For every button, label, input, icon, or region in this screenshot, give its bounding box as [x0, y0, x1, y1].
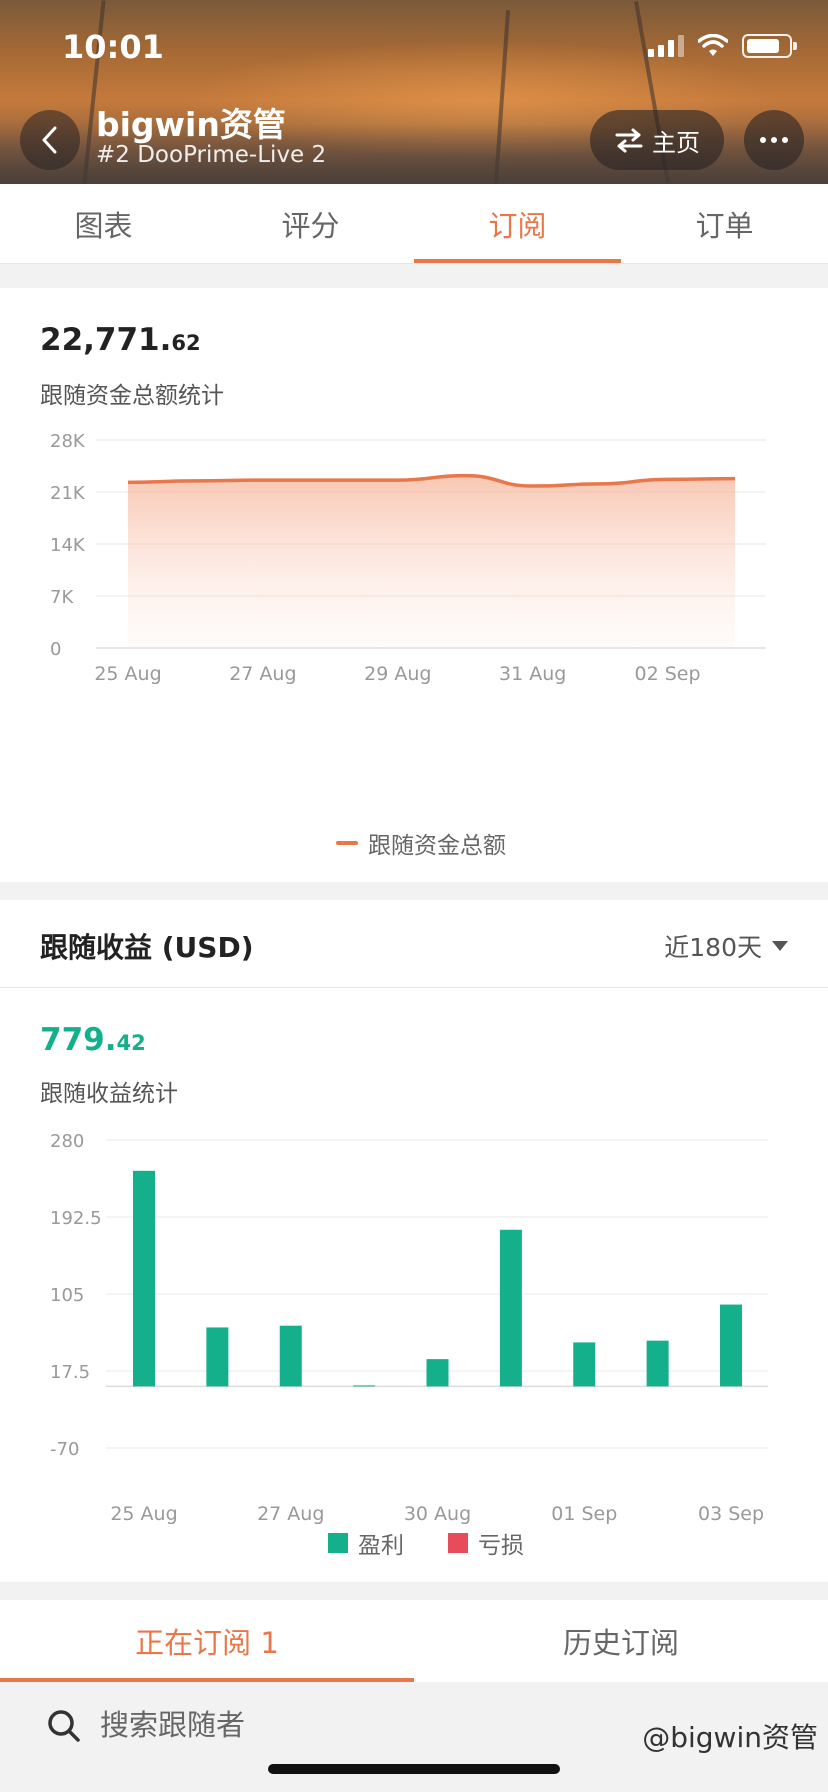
y-tick-label: 21K [50, 483, 86, 504]
profit-bar [573, 1342, 596, 1387]
profit-bar [646, 1340, 669, 1387]
app-header: 10:01 bigwin资管 #2 DooPrime-Live 2 主页 [0, 0, 828, 184]
y-tick-label: 7K [50, 587, 74, 608]
profit-total: 779.42 [40, 1022, 146, 1058]
tab-rating[interactable]: 评分 [207, 184, 414, 263]
profit-bar [720, 1304, 742, 1387]
y-tick-label: 0 [50, 639, 61, 660]
profit-caption: 跟随收益统计 [40, 1081, 178, 1107]
y-tick-label: 192.5 [50, 1208, 102, 1229]
profit-total-integer: 779. [40, 1022, 117, 1058]
equity-area-fill [128, 475, 735, 648]
legend-profit-swatch [328, 1533, 348, 1553]
profit-legend: 盈利 亏损 [328, 1526, 524, 1560]
search-input[interactable]: 搜索跟随者 [100, 1702, 245, 1744]
x-tick-label: 25 Aug [94, 663, 161, 685]
x-tick-label: 27 Aug [257, 1503, 324, 1525]
wifi-icon [698, 34, 728, 56]
equity-card: 22,771.62 跟随资金总额统计 28K 21K 14K 7K 0 25 Aug 27 … [0, 288, 828, 882]
tab-orders[interactable]: 订单 [621, 184, 828, 263]
y-tick-label: 105 [50, 1285, 84, 1306]
legend-loss-swatch [448, 1533, 468, 1553]
account-subtitle: #2 DooPrime-Live 2 [96, 142, 327, 168]
equity-legend: 跟随资金总额 [336, 826, 506, 860]
profit-card: 779.42 跟随收益统计 280 192.5 105 17.5 -70 25 Aug 27… [0, 988, 828, 1582]
legend-loss-label: 亏损 [478, 1533, 524, 1559]
x-tick-label: 25 Aug [110, 1503, 177, 1525]
more-button[interactable] [744, 110, 804, 170]
y-tick-label: 28K [50, 431, 86, 452]
main-tabs: 图表 评分 订阅 订单 [0, 184, 828, 264]
home-indicator [268, 1764, 560, 1774]
equity-total: 22,771.62 [40, 322, 201, 358]
y-tick-label: 14K [50, 535, 86, 556]
profit-bar [426, 1359, 449, 1387]
equity-caption: 跟随资金总额统计 [40, 383, 224, 409]
equity-legend-label: 跟随资金总额 [368, 833, 506, 859]
x-tick-label: 30 Aug [404, 1503, 471, 1525]
x-tick-label: 01 Sep [551, 1503, 617, 1525]
battery-icon [742, 34, 797, 58]
equity-total-decimal: 62 [171, 331, 201, 355]
profit-total-decimal: 42 [116, 1031, 146, 1055]
dropdown-arrow-icon [772, 941, 788, 951]
equity-area-chart: 28K 21K 14K 7K 0 25 Aug 27 Aug 29 Aug 31 Aug 02 S… [50, 431, 766, 685]
swap-arrows-icon [615, 128, 643, 153]
tab-chart[interactable]: 图表 [0, 184, 207, 263]
profit-section-header: 跟随收益 (USD) 近180天 [0, 900, 828, 988]
profit-bar [353, 1385, 376, 1387]
subscription-tabs: 正在订阅 1 历史订阅 [0, 1600, 828, 1682]
page-title: bigwin资管 [96, 105, 286, 144]
legend-line-swatch [336, 841, 358, 845]
y-tick-label: 280 [50, 1131, 84, 1152]
tab-subscription[interactable]: 订阅 [414, 184, 621, 263]
x-tick-label: 29 Aug [364, 663, 431, 685]
y-tick-label: -70 [50, 1439, 79, 1460]
period-dropdown[interactable]: 近180天 [664, 928, 788, 964]
follower-search[interactable]: 搜索跟随者 @bigwin资管 [0, 1682, 828, 1792]
status-time: 10:01 [62, 28, 164, 66]
profit-bar [499, 1229, 522, 1387]
x-tick-label: 02 Sep [635, 663, 701, 685]
tab-current-subscriptions[interactable]: 正在订阅 1 [0, 1600, 414, 1682]
x-tick-label: 27 Aug [229, 663, 296, 685]
home-button-label: 主页 [652, 128, 700, 157]
profit-bar [206, 1327, 229, 1387]
more-dots-icon [760, 137, 766, 143]
equity-total-integer: 22,771. [40, 322, 172, 358]
status-icons [648, 34, 797, 58]
home-button[interactable]: 主页 [590, 110, 724, 170]
watermark: @bigwin资管 [642, 1721, 818, 1754]
legend-profit-label: 盈利 [358, 1533, 404, 1559]
battery-level [747, 39, 779, 53]
profit-bar-chart: 280 192.5 105 17.5 -70 25 Aug 27 Aug 30 Aug 01 S… [50, 1131, 768, 1525]
x-tick-label: 31 Aug [499, 663, 566, 685]
x-tick-label: 03 Sep [698, 1503, 764, 1525]
period-label: 近180天 [664, 933, 762, 962]
chevron-left-icon [42, 126, 57, 154]
search-icon [48, 1710, 80, 1742]
y-tick-label: 17.5 [50, 1362, 90, 1383]
profit-bar [133, 1170, 155, 1387]
cellular-signal-icon [648, 35, 684, 57]
tab-history-subscriptions[interactable]: 历史订阅 [414, 1600, 828, 1682]
back-button[interactable] [20, 110, 80, 170]
profit-section-title: 跟随收益 (USD) [40, 931, 254, 964]
profit-bar [279, 1325, 302, 1387]
